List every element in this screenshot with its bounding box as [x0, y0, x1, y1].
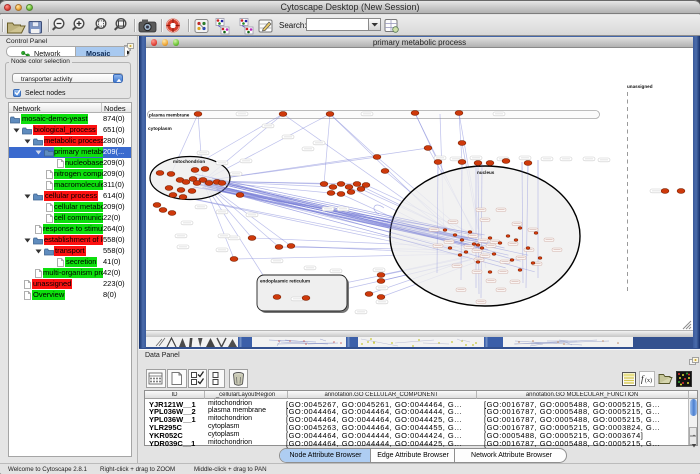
svg-text:(x): (x) [645, 377, 652, 384]
svg-text:mitochondrion: mitochondrion [173, 159, 205, 164]
svg-text:endoplasmic reticulum: endoplasmic reticulum [260, 279, 310, 284]
svg-text:cytoplasm: cytoplasm [148, 126, 172, 132]
svg-text:Search:: Search: [279, 21, 307, 30]
svg-text:nucleus: nucleus [477, 170, 495, 175]
svg-text:plasma membrane: plasma membrane [149, 112, 190, 117]
svg-text:unassigned: unassigned [627, 84, 653, 89]
